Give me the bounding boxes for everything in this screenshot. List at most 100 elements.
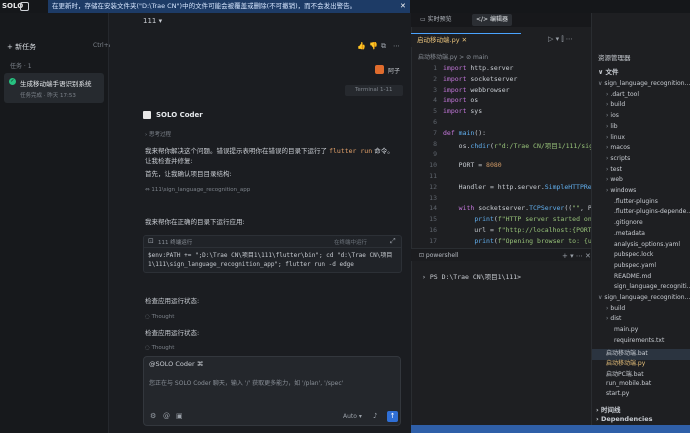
chat-title[interactable]: 111 ▾ [143,17,162,25]
close-icon[interactable]: ✕ [400,0,406,13]
tree-label: 启动PC端.bat [606,370,644,378]
chevron-right-icon: › [606,112,609,120]
file-item[interactable]: 启动PC端.bat [606,369,644,378]
tree-label: run_mobile.bat [606,379,652,387]
folder-item[interactable]: › .dart_tool [606,91,639,98]
chevron-right-icon: › [606,133,609,141]
expand-icon[interactable]: ⤢ [390,237,396,246]
mic-icon[interactable]: ♪ [373,412,377,420]
folder-item[interactable]: › lib [606,123,618,130]
chevron-down-icon: ∨ [598,80,603,87]
file-item[interactable]: README.md [614,273,651,280]
file-item[interactable]: 启动移动端.py [606,358,645,367]
file-item[interactable]: .gitignore [614,219,643,226]
timeline-section-header[interactable]: › 时间线 [596,404,620,414]
folder-item[interactable]: › build [606,305,625,312]
tree-label: ios [610,112,619,120]
folder-item[interactable]: ∨ sign_language_recognition... [598,80,690,87]
tree-label: build [610,101,626,109]
tree-label: 启动移动端.py [606,360,646,368]
run-in-terminal-button[interactable]: 在终端中运行 [334,238,367,246]
run-icon[interactable]: ▷ ▾ ⫿ ⋯ [548,35,573,44]
thumbs-down-icon[interactable]: 👎 [369,42,378,50]
file-item[interactable]: .flutter-plugins-depende... [614,208,690,215]
file-item[interactable]: main.py [614,326,638,333]
user-name: 阿子 [388,68,401,75]
chevron-right-icon: › [606,165,609,173]
more-icon[interactable]: ⋯ [393,42,400,50]
line-number: 9 [433,150,437,159]
tree-label: macos [610,144,631,152]
editor-button[interactable]: </> 编辑器 [472,14,512,26]
settings-icon[interactable]: ⚙ [150,412,156,420]
line-number: 16 [429,226,437,234]
folder-item[interactable]: › web [606,176,623,183]
check-icon: ✓ [9,78,16,85]
file-item[interactable]: pubspec.yaml [614,262,656,269]
file-item[interactable]: 启动移动端.bat [606,348,648,357]
folder-item[interactable]: › dist [606,315,621,322]
chat-input-box[interactable]: @SOLO Coder ⌘ 您正在与 SOLO Coder 聊天，输入 '/' … [143,356,401,426]
window-icon[interactable] [20,2,29,11]
tree-label: start.py [606,390,630,398]
file-reference[interactable]: ⇔ 111\sign_language_recognition_app [145,187,250,193]
folder-item[interactable]: › ios [606,112,619,119]
code-line: print(f"HTTP server started on [474,215,592,224]
file-item[interactable]: pubspec.lock [614,251,653,258]
at-mention-icon[interactable]: @ [163,412,170,420]
code-editor[interactable]: 1 import http.server 2 import socketserver 3… [411,64,608,245]
solo-coder-icon [143,111,151,119]
live-preview-button[interactable]: ▭ 实时预览 [416,14,456,26]
message-paragraph: 检查应用运行状态: [145,297,200,305]
folder-item[interactable]: › build [606,101,625,108]
folder-item[interactable]: › windows [606,187,636,194]
mode-select[interactable]: Auto ▾ [343,413,362,420]
image-icon[interactable]: ▣ [176,412,183,420]
send-button[interactable]: ↑ [387,411,398,422]
file-item[interactable]: .metadata [614,230,645,237]
file-item[interactable]: analysis_options.yaml [614,241,680,248]
folder-item[interactable]: ∨ sign_language_recognition... [598,294,690,301]
file-item[interactable]: requirements.txt [614,337,664,344]
copy-icon[interactable]: ⧉ [381,42,386,51]
tree-label: sign_language_recognition... [604,80,690,87]
tree-label: .gitignore [614,219,643,227]
command-block: ⊡ 111 终端运行 在终端中运行 ⤢ $env:PATH += ";D:\Tr… [143,235,402,273]
code-line: with socketserver.TCPServer(("", PO [458,204,596,213]
terminal-reference-chip[interactable]: Terminal 1-11 [345,85,403,96]
terminal-prompt[interactable]: › PS D:\Trae CN\项目1\111> [422,271,521,281]
file-item[interactable]: start.py [606,390,629,397]
chevron-right-icon: › [606,154,609,162]
message-paragraph: 检查应用运行状态: [145,329,200,337]
tree-label: test [610,165,622,173]
folder-item[interactable]: › test [606,166,622,173]
tab-start-mobile-py[interactable]: 启动移动端.py ✕ [411,33,521,47]
message-paragraph: 我来帮你在正确的目录下运行应用: [145,218,245,226]
file-item[interactable]: .flutter-plugins [614,198,658,205]
task-item[interactable]: ✓ 生成移动端手语识别系统 任务完成 · 昨天 17:53 [4,73,104,103]
terminal-tab[interactable]: ⊡ powershell [419,252,458,259]
line-number: 2 [433,74,437,83]
dependencies-section-header[interactable]: › Dependencies [596,415,652,423]
agent-name: SOLO Coder [156,111,203,119]
thought-toggle[interactable]: ◌ Thought [145,314,174,320]
file-item[interactable]: run_mobile.bat [606,380,651,387]
folder-item[interactable]: › linux [606,134,625,141]
folder-item[interactable]: › macos [606,144,630,151]
chat-input[interactable]: 您正在与 SOLO Coder 聊天，输入 '/' 获取更多能力，如 '/pla… [149,378,343,387]
tree-label: README.md [614,272,652,280]
folder-item[interactable]: › scripts [606,155,630,162]
thought-toggle[interactable]: ◌ Thought [145,345,174,351]
tree-label: sign_language_recognition... [604,294,690,301]
new-task-button[interactable]: + 新任务 [7,42,36,52]
tree-label: pubspec.lock [614,251,654,259]
code-line: print(f"Opening browser to: {ur [474,236,596,245]
files-section-header[interactable]: ∨ 文件 [598,66,619,76]
thought-toggle[interactable]: › 思考过程 [145,130,171,138]
thumbs-up-icon[interactable]: 👍 [357,42,366,50]
prompt-chevron-icon: › [422,273,430,281]
terminal-controls-icon[interactable]: + ▾ ⋯ ✕ [562,252,591,260]
message-paragraph: 我来帮你解决这个问题。错误提示表明你在错误的目录下运行了 flutter run… [145,147,394,165]
file-item[interactable]: sign_language_recogniti... [614,283,690,290]
agent-mention[interactable]: @SOLO Coder ⌘ [149,360,203,368]
